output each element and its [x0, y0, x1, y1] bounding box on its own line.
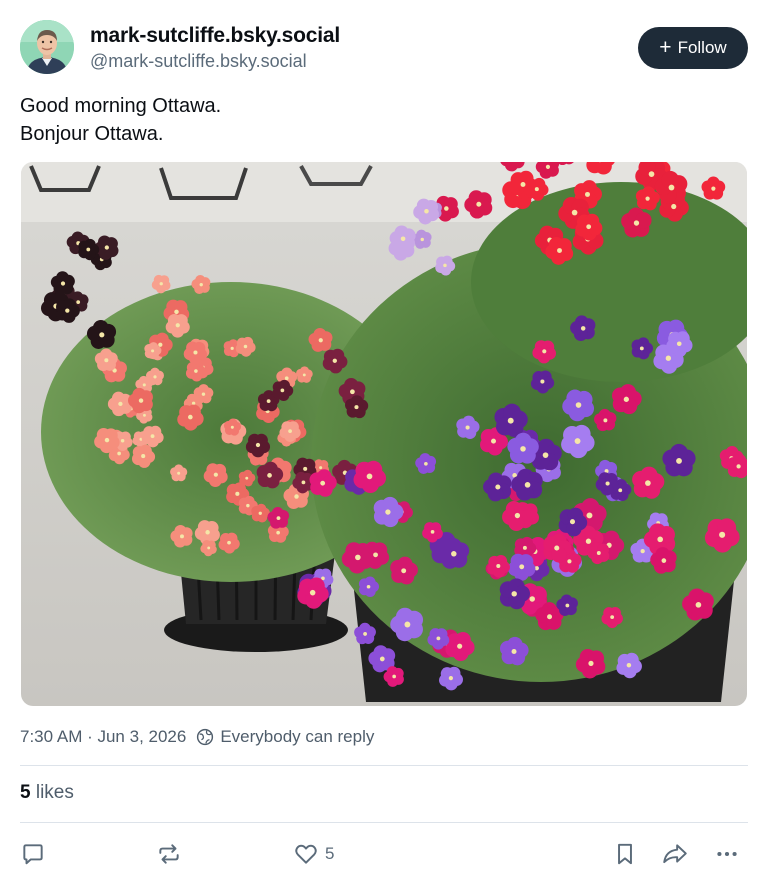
more-icon — [717, 851, 737, 857]
divider — [20, 822, 748, 823]
heart-icon — [295, 844, 317, 864]
author-handle[interactable]: @mark-sutcliffe.bsky.social — [90, 51, 307, 72]
follow-button[interactable]: + Follow — [638, 27, 748, 69]
more-button[interactable] — [714, 838, 740, 870]
likes-label: likes — [35, 782, 74, 803]
share-icon — [663, 844, 687, 864]
reply-icon — [23, 844, 43, 865]
bookmark-button[interactable] — [612, 838, 638, 870]
action-bar: 5 — [20, 838, 748, 870]
post-image[interactable] — [21, 162, 747, 706]
likes-count[interactable]: 5 likes — [20, 782, 74, 804]
bookmark-icon — [618, 843, 632, 865]
like-button[interactable]: 5 — [293, 838, 334, 870]
post-meta: 7:30 AM · Jun 3, 2026 Everybody can repl… — [20, 727, 374, 747]
author-display-name[interactable]: mark-sutcliffe.bsky.social — [90, 24, 340, 48]
follow-button-label: Follow — [677, 38, 727, 57]
post-text-line: Bonjour Ottawa. — [20, 123, 164, 145]
avatar[interactable] — [20, 20, 74, 74]
divider — [20, 765, 748, 766]
post-text: Good morning Ottawa. Bonjour Ottawa. — [20, 92, 221, 148]
reply-button[interactable] — [20, 838, 46, 870]
post-timestamp[interactable]: 7:30 AM · Jun 3, 2026 — [20, 727, 186, 747]
reply-setting[interactable]: Everybody can reply — [220, 727, 374, 747]
likes-number: 5 — [20, 782, 31, 803]
post-text-line: Good morning Ottawa. — [20, 95, 222, 117]
flower-planter-photo — [21, 162, 747, 706]
share-button[interactable] — [661, 838, 689, 870]
repost-button[interactable] — [156, 838, 182, 870]
globe-icon — [196, 728, 214, 746]
repost-icon — [159, 844, 179, 864]
plus-icon: + — [659, 35, 672, 59]
like-count: 5 — [325, 844, 335, 863]
post-header: mark-sutcliffe.bsky.social @mark-sutclif… — [20, 20, 748, 76]
